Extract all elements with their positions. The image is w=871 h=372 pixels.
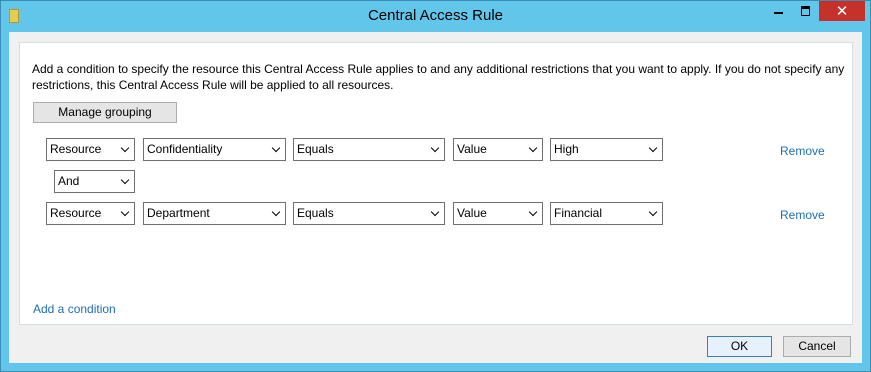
- operator-dropdown[interactable]: Equals: [293, 202, 445, 225]
- value-type-dropdown[interactable]: Value: [453, 138, 543, 161]
- attribute-value: Department: [147, 206, 210, 220]
- value-dropdown[interactable]: High: [550, 138, 663, 161]
- chevron-down-icon: [528, 203, 538, 224]
- manage-grouping-button[interactable]: Manage grouping: [33, 102, 177, 123]
- chevron-down-icon: [120, 171, 130, 192]
- scope-value: Resource: [50, 142, 102, 156]
- cancel-button[interactable]: Cancel: [783, 336, 851, 357]
- maximize-button[interactable]: [792, 1, 819, 21]
- connector-dropdown[interactable]: And: [54, 170, 135, 193]
- scope-value: Resource: [50, 206, 102, 220]
- value-dropdown[interactable]: Financial: [550, 202, 663, 225]
- maximize-icon: [801, 6, 810, 16]
- value-value: High: [554, 142, 579, 156]
- dialog-body: Add a condition to specify the resource …: [9, 32, 862, 363]
- remove-condition-link[interactable]: Remove: [780, 208, 825, 222]
- attribute-value: Confidentiality: [147, 142, 223, 156]
- chevron-down-icon: [120, 139, 130, 160]
- chevron-down-icon: [648, 203, 658, 224]
- window-title: Central Access Rule: [367, 7, 504, 24]
- condition-panel: Add a condition to specify the resource …: [19, 42, 853, 325]
- ok-button[interactable]: OK: [707, 336, 772, 357]
- connector-value: And: [58, 174, 80, 188]
- operator-value: Equals: [297, 142, 334, 156]
- value-type-value: Value: [457, 142, 487, 156]
- scope-dropdown[interactable]: Resource: [46, 202, 135, 225]
- operator-dropdown[interactable]: Equals: [293, 138, 445, 161]
- chevron-down-icon: [430, 203, 440, 224]
- chevron-down-icon: [528, 139, 538, 160]
- attribute-dropdown[interactable]: Confidentiality: [143, 138, 286, 161]
- operator-value: Equals: [297, 206, 334, 220]
- scope-dropdown[interactable]: Resource: [46, 138, 135, 161]
- remove-condition-link[interactable]: Remove: [780, 144, 825, 158]
- value-type-value: Value: [457, 206, 487, 220]
- close-icon: ✕: [835, 2, 849, 20]
- value-type-dropdown[interactable]: Value: [453, 202, 543, 225]
- close-button[interactable]: ✕: [819, 1, 865, 21]
- chevron-down-icon: [120, 203, 130, 224]
- chevron-down-icon: [271, 139, 281, 160]
- attribute-dropdown[interactable]: Department: [143, 202, 286, 225]
- chevron-down-icon: [430, 139, 440, 160]
- value-value: Financial: [554, 206, 603, 220]
- minimize-button[interactable]: [765, 1, 792, 21]
- add-condition-link[interactable]: Add a condition: [33, 302, 116, 316]
- dialog-window: Central Access Rule ✕ Add a condition to…: [0, 0, 871, 372]
- chevron-down-icon: [648, 139, 658, 160]
- chevron-down-icon: [271, 203, 281, 224]
- title-bar[interactable]: Central Access Rule ✕: [1, 1, 870, 32]
- minimize-icon: [774, 12, 783, 14]
- description-text: Add a condition to specify the resource …: [32, 62, 845, 92]
